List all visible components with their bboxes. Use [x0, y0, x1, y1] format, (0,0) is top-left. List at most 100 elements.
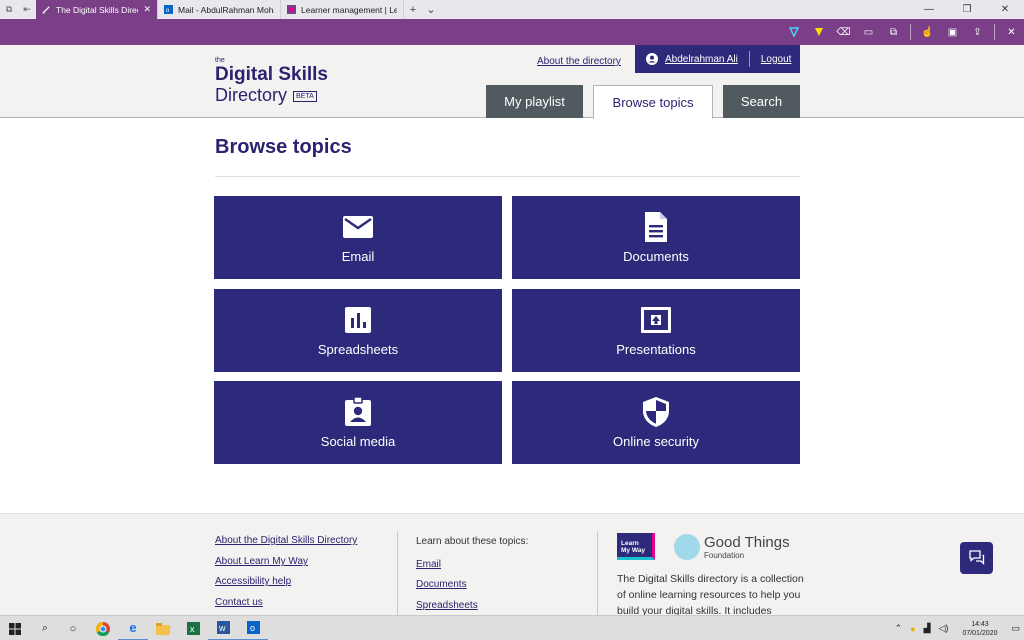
good-things-logo-icon	[674, 534, 700, 560]
add-note-icon[interactable]: ▭	[856, 19, 881, 45]
footer-link-accessibility[interactable]: Accessibility help	[215, 576, 291, 587]
windows-start-icon[interactable]	[0, 616, 30, 640]
tab-browse-topics[interactable]: Browse topics	[593, 85, 713, 119]
presentation-icon	[641, 307, 671, 333]
learn-my-way-logo[interactable]: Learn My Way	[617, 533, 655, 560]
topic-tile-spreadsheets[interactable]: Spreadsheets	[214, 289, 502, 372]
footer-link-about-lmw[interactable]: About Learn My Way	[215, 556, 308, 567]
volume-icon[interactable]: ◁)	[935, 623, 953, 634]
footer-link-contact[interactable]: Contact us	[215, 597, 263, 608]
pen-favicon-icon	[42, 6, 50, 14]
tab-actions-icon[interactable]: ⧉	[0, 4, 18, 15]
topic-label: Documents	[623, 249, 689, 264]
lmw-line1: Learn	[621, 540, 639, 547]
topic-tile-documents[interactable]: Documents	[512, 196, 800, 279]
svg-text:o: o	[166, 7, 170, 14]
tab-title: Mail - AbdulRahman Mohar	[178, 4, 274, 15]
learner-favicon-icon	[287, 5, 296, 14]
document-icon	[645, 212, 667, 242]
clock-time: 14:43	[971, 620, 989, 628]
svg-text:x: x	[190, 624, 195, 634]
account-bar: Abdelrahman Ali Logout	[635, 45, 800, 73]
topic-label: Presentations	[616, 342, 696, 357]
browser-tab-strip: ⧉ ⇤ The Digital Skills Directo ✕ o Mail …	[0, 0, 1024, 19]
svg-text:o: o	[250, 623, 255, 633]
topic-label: Spreadsheets	[317, 342, 399, 357]
save-web-note-icon[interactable]: ▣	[940, 19, 965, 45]
logo-line1: Digital Skills	[215, 64, 328, 85]
word-icon[interactable]: w	[208, 616, 238, 640]
clip-icon[interactable]: ⧉	[881, 19, 906, 45]
norton-icon[interactable]: ●	[906, 624, 919, 634]
footer-divider	[397, 532, 398, 616]
highlighter-icon[interactable]	[806, 19, 831, 45]
footer-topic-spreadsheets[interactable]: Spreadsheets	[416, 600, 478, 611]
tab-my-playlist[interactable]: My playlist	[486, 85, 583, 118]
tab-preview-chevron-icon[interactable]: ⌄	[422, 3, 440, 16]
outlook-favicon-icon: o	[164, 5, 173, 14]
title-divider	[215, 176, 800, 177]
bar-chart-icon	[345, 307, 371, 333]
new-tab-icon[interactable]: +	[404, 4, 422, 16]
topic-label: Social media	[320, 434, 396, 449]
shield-icon	[643, 397, 669, 427]
show-hidden-icons-icon[interactable]: ⌃	[891, 623, 907, 634]
task-view-icon[interactable]: ○	[58, 616, 88, 640]
clock-date: 07/01/2020	[962, 629, 998, 637]
action-center-icon[interactable]: ▭	[1007, 623, 1024, 634]
network-icon[interactable]: ▟	[920, 623, 935, 634]
windows-taskbar: ⌕ ○ e x w o ⌃ ● ▟ ◁) 14:43 07/01/2020 ▭	[0, 615, 1024, 640]
close-window-button[interactable]: ✕	[986, 0, 1024, 19]
chat-bubbles-icon	[968, 550, 984, 566]
topic-tile-online-security[interactable]: Online security	[512, 381, 800, 464]
minimize-button[interactable]: —	[910, 0, 948, 19]
eraser-icon[interactable]: ⌫	[831, 19, 856, 45]
topic-label: Email	[341, 249, 375, 264]
contact-badge-icon	[345, 396, 371, 426]
browser-tab-digital-skills[interactable]: The Digital Skills Directo ✕	[36, 0, 158, 19]
logo-line2: Directory	[215, 85, 288, 105]
browser-tab-mail[interactable]: o Mail - AbdulRahman Mohar	[158, 0, 281, 19]
restore-button[interactable]: ❐	[948, 0, 986, 19]
topic-tile-presentations[interactable]: Presentations	[512, 289, 800, 372]
share-icon[interactable]: ⇪	[965, 19, 990, 45]
exit-ink-icon[interactable]: ✕	[999, 19, 1024, 45]
footer-link-about-directory[interactable]: About the Digital Skills Directory	[215, 535, 357, 546]
tabs-aside-icon[interactable]: ⇤	[18, 4, 36, 15]
tab-search[interactable]: Search	[723, 85, 800, 118]
footer-blurb: The Digital Skills directory is a collec…	[617, 573, 804, 617]
excel-icon[interactable]: x	[178, 616, 208, 640]
account-name-link[interactable]: Abdelrahman Ali	[665, 54, 738, 65]
logout-link[interactable]: Logout	[761, 54, 792, 65]
lmw-line2: My Way	[621, 547, 645, 554]
feedback-chat-button[interactable]	[960, 542, 993, 574]
toolbar-divider	[994, 24, 995, 40]
about-directory-link[interactable]: About the directory	[537, 56, 621, 67]
edge-icon[interactable]: e	[118, 616, 148, 640]
chrome-icon[interactable]	[88, 616, 118, 640]
tab-title: Learner management | Lear	[301, 4, 397, 15]
topic-tile-social-media[interactable]: Social media	[214, 381, 502, 464]
good-things-sub: Foundation	[704, 551, 745, 560]
close-tab-icon[interactable]: ✕	[143, 4, 151, 15]
system-tray: ⌃ ● ▟ ◁) 14:43 07/01/2020 ▭	[891, 616, 1024, 640]
ballpoint-pen-icon[interactable]	[781, 19, 806, 45]
topic-tile-email[interactable]: Email	[214, 196, 502, 279]
browser-tab-learner[interactable]: Learner management | Lear	[281, 0, 404, 19]
site-header: the Digital Skills Directory BETA About t…	[0, 45, 1024, 119]
beta-badge: BETA	[293, 91, 317, 102]
tab-title: The Digital Skills Directo	[56, 4, 138, 15]
account-circle-icon	[646, 53, 658, 65]
clock[interactable]: 14:43 07/01/2020	[952, 620, 1007, 638]
file-explorer-icon[interactable]	[148, 616, 178, 640]
outlook-icon[interactable]: o	[238, 616, 268, 640]
search-icon[interactable]: ⌕	[30, 616, 60, 640]
touch-writing-icon[interactable]: ☝	[915, 19, 940, 45]
footer-topic-documents[interactable]: Documents	[416, 579, 467, 590]
site-footer: About the Digital Skills Directory About…	[0, 513, 1024, 617]
footer-topic-email[interactable]: Email	[416, 559, 441, 570]
page-title: Browse topics	[215, 136, 352, 158]
good-things-name[interactable]: Good Things	[704, 535, 790, 550]
browser-ink-toolbar: ⌫ ▭ ⧉ ☝ ▣ ⇪ ✕	[0, 19, 1024, 45]
site-logo[interactable]: the Digital Skills Directory BETA	[215, 57, 328, 106]
